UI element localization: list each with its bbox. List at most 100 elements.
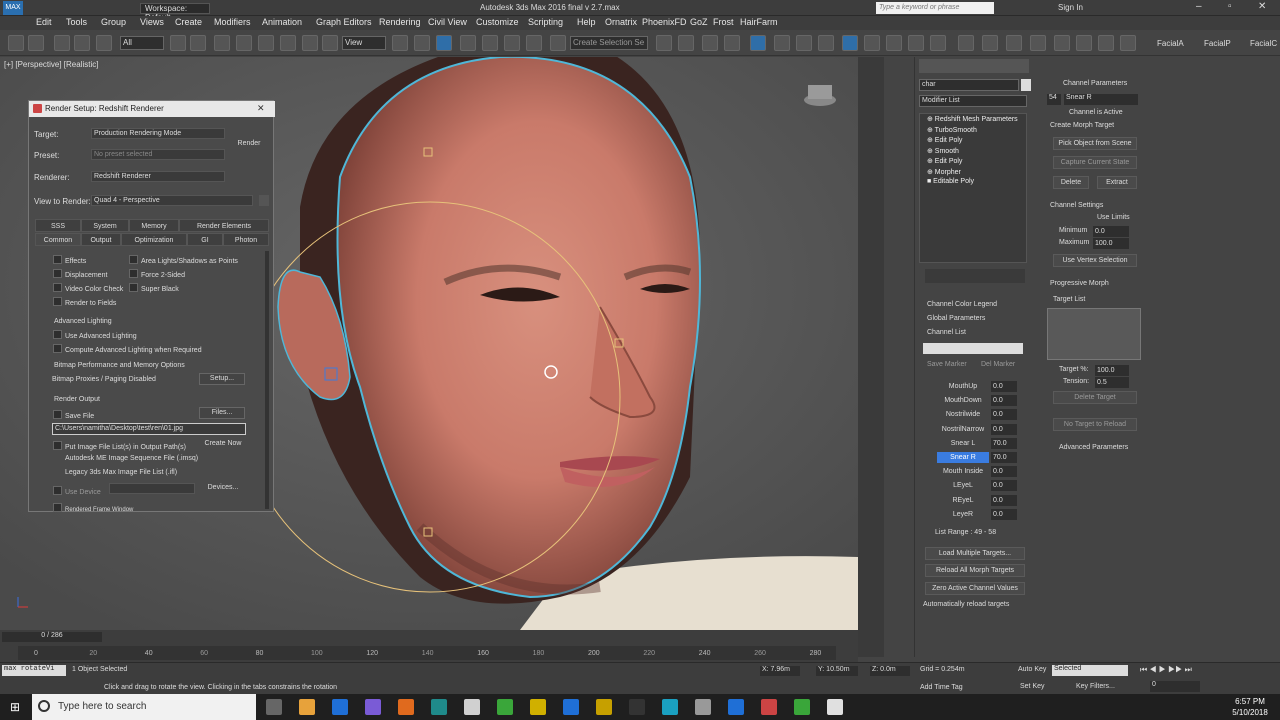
pivot-center-icon[interactable] bbox=[392, 35, 408, 51]
use-device-checkbox[interactable]: Use Device bbox=[53, 486, 101, 496]
taskbar-app-icon[interactable] bbox=[332, 699, 348, 715]
rendered-frame-window-icon[interactable] bbox=[864, 35, 880, 51]
set-key-button[interactable]: Set Key bbox=[1020, 683, 1045, 690]
channel-value-spinner[interactable]: 0.0 bbox=[991, 494, 1017, 506]
menu-group[interactable]: Group bbox=[101, 17, 126, 27]
minimum-spinner[interactable]: 0.0 bbox=[1093, 226, 1129, 237]
time-slider[interactable]: 0 / 286 bbox=[2, 632, 102, 642]
rendered-frame-window-checkbox[interactable]: Rendered Frame Window bbox=[53, 503, 133, 513]
help-search-input[interactable]: Type a keyword or phrase bbox=[876, 2, 994, 14]
snaps-toggle-icon[interactable] bbox=[460, 35, 476, 51]
modifier-stack-item[interactable]: ⊕ Smooth bbox=[927, 147, 959, 155]
tool-icon-b[interactable] bbox=[1076, 35, 1092, 51]
select-by-name-icon[interactable] bbox=[190, 35, 206, 51]
spinner-snap-icon[interactable] bbox=[526, 35, 542, 51]
tool-icon-d[interactable] bbox=[1120, 35, 1136, 51]
channel-marker-dropdown[interactable] bbox=[923, 343, 1023, 354]
channel-button[interactable]: REyeL bbox=[937, 495, 989, 506]
lock-view-icon[interactable] bbox=[259, 195, 269, 206]
tension-spinner[interactable]: 0.5 bbox=[1095, 377, 1129, 388]
tab-sss[interactable]: SSS bbox=[35, 219, 81, 232]
select-object-icon[interactable] bbox=[170, 35, 186, 51]
modifier-stack-item[interactable]: ⊕ Edit Poly bbox=[927, 157, 962, 165]
menu-scripting[interactable]: Scripting bbox=[528, 17, 563, 27]
reference-coordinate-dropdown[interactable]: View bbox=[342, 36, 386, 50]
taskbar-app-icon[interactable] bbox=[794, 699, 810, 715]
modifier-stack-item[interactable]: ⊕ Morpher bbox=[927, 168, 961, 176]
select-scale-icon[interactable] bbox=[302, 35, 318, 51]
selection-filter-dropdown[interactable]: All bbox=[120, 36, 164, 50]
taskbar-app-icon[interactable] bbox=[365, 699, 381, 715]
taskbar-app-icon[interactable] bbox=[662, 699, 678, 715]
quick-button-facial-c[interactable]: FacialC bbox=[1250, 39, 1277, 48]
pick-object-from-scene-button[interactable]: Pick Object from Scene bbox=[1053, 137, 1137, 150]
output-path-field[interactable]: C:\Users\namitha\Desktop\test\ren\01.jpg bbox=[52, 423, 246, 435]
reload-target-button[interactable]: No Target to Reload bbox=[1053, 418, 1137, 431]
menu-goz[interactable]: GoZ bbox=[690, 17, 708, 27]
maximum-spinner[interactable]: 100.0 bbox=[1093, 238, 1129, 249]
taskbar-app-icon[interactable] bbox=[431, 699, 447, 715]
super-black-checkbox[interactable]: Super Black bbox=[129, 283, 179, 293]
menu-views[interactable]: Views bbox=[140, 17, 164, 27]
channel-name-field[interactable]: Snear R bbox=[1064, 94, 1138, 105]
taskbar-app-icon[interactable] bbox=[827, 699, 843, 715]
schematic-view-icon[interactable] bbox=[796, 35, 812, 51]
put-image-file-list-checkbox[interactable]: Put Image File List(s) in Output Path(s) bbox=[53, 441, 186, 451]
channel-list-rollout[interactable]: Channel List bbox=[927, 329, 966, 336]
channel-value-spinner[interactable]: 0.0 bbox=[991, 508, 1017, 520]
channel-button[interactable]: MouthUp bbox=[937, 381, 989, 392]
quick-button-facial-a[interactable]: FacialA bbox=[1157, 39, 1184, 48]
target-dropdown[interactable]: Production Rendering Mode bbox=[91, 128, 225, 139]
hair-tool-icon[interactable] bbox=[1006, 35, 1022, 51]
render-to-fields-checkbox[interactable]: Render to Fields bbox=[53, 297, 116, 307]
create-now-button[interactable]: Create Now bbox=[201, 439, 245, 451]
y-coordinate-field[interactable]: Y: 10.50m bbox=[816, 666, 858, 676]
extract-button[interactable]: Extract bbox=[1097, 176, 1137, 189]
viewport-label[interactable]: [+] [Perspective] [Realistic] bbox=[4, 60, 98, 69]
render-iterative-icon[interactable] bbox=[908, 35, 924, 51]
playback-controls[interactable]: ⏮ ◀ ▶ ▶▶ ⏭ bbox=[1140, 665, 1230, 677]
renderer-dropdown[interactable]: Redshift Renderer bbox=[91, 171, 225, 182]
z-coordinate-field[interactable]: Z: 0.0m bbox=[870, 666, 910, 676]
angle-snap-icon[interactable] bbox=[482, 35, 498, 51]
save-marker-button[interactable]: Save Marker bbox=[927, 361, 967, 368]
channel-button[interactable]: Mouth Inside bbox=[937, 466, 989, 477]
bind-space-warp-icon[interactable] bbox=[96, 35, 112, 51]
command-panel-tab-bar[interactable] bbox=[919, 59, 1029, 73]
menu-rendering[interactable]: Rendering bbox=[379, 17, 421, 27]
bitmap-setup-button[interactable]: Setup... bbox=[199, 373, 245, 385]
ornatrix-icon[interactable] bbox=[958, 35, 974, 51]
close-icon[interactable]: ✕ bbox=[1258, 1, 1266, 12]
video-color-check-checkbox[interactable]: Video Color Check bbox=[53, 283, 123, 293]
tool-icon-a[interactable] bbox=[1054, 35, 1070, 51]
mirror-icon[interactable] bbox=[656, 35, 672, 51]
redo-icon[interactable] bbox=[28, 35, 44, 51]
load-multiple-targets-button[interactable]: Load Multiple Targets... bbox=[925, 547, 1025, 560]
use-advanced-lighting-checkbox[interactable]: Use Advanced Lighting bbox=[53, 330, 137, 340]
device-field[interactable] bbox=[109, 483, 195, 494]
layer-explorer-icon[interactable] bbox=[702, 35, 718, 51]
tab-memory[interactable]: Memory bbox=[129, 219, 179, 232]
channel-value-spinner[interactable]: 0.0 bbox=[991, 409, 1017, 421]
render-setup-icon[interactable] bbox=[842, 35, 858, 51]
tab-output[interactable]: Output bbox=[81, 233, 121, 246]
devices-button[interactable]: Devices... bbox=[201, 483, 245, 495]
link-icon[interactable] bbox=[54, 35, 70, 51]
taskbar-app-icon[interactable] bbox=[464, 699, 480, 715]
channel-button[interactable]: Snear L bbox=[937, 438, 989, 449]
del-marker-button[interactable]: Del Marker bbox=[981, 361, 1015, 368]
auto-reload-targets-checkbox[interactable]: Automatically reload targets bbox=[923, 601, 1009, 608]
workspace-dropdown[interactable]: Workspace: Default bbox=[140, 3, 210, 22]
target-list-box[interactable] bbox=[1047, 308, 1141, 360]
menu-civil-view[interactable]: Civil View bbox=[428, 17, 467, 27]
manipulate-icon[interactable] bbox=[414, 35, 430, 51]
menu-tools[interactable]: Tools bbox=[66, 17, 87, 27]
taskbar-app-icon[interactable] bbox=[497, 699, 513, 715]
channel-button[interactable]: LeyeR bbox=[937, 509, 989, 520]
channel-value-spinner[interactable]: 0.0 bbox=[991, 381, 1017, 392]
modifier-stack-item[interactable]: ⊕ Redshift Mesh Parameters bbox=[927, 115, 1018, 123]
named-selection-dropdown[interactable]: Create Selection Se bbox=[570, 36, 648, 50]
taskbar-app-icon[interactable] bbox=[596, 699, 612, 715]
curve-editor-icon[interactable] bbox=[774, 35, 790, 51]
preset-dropdown[interactable]: No preset selected bbox=[91, 149, 225, 160]
